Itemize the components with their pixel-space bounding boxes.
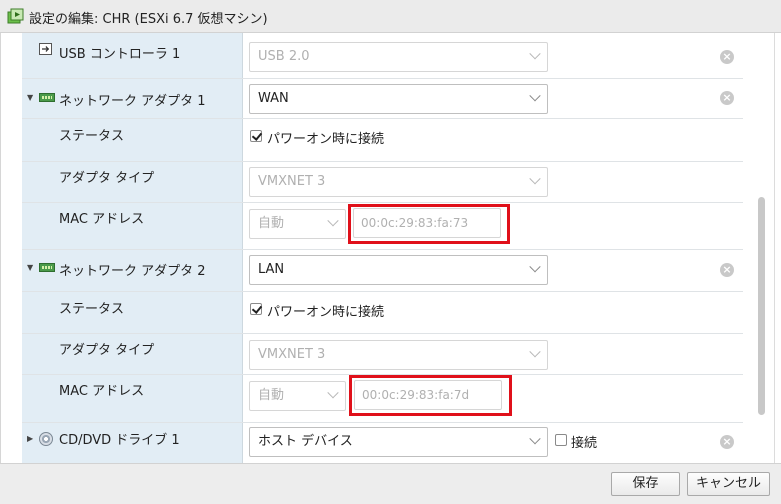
cdrom-connect-label: 接続 <box>571 436 598 451</box>
nic1-mac-highlight <box>348 204 510 244</box>
chevron-down-icon <box>529 90 541 102</box>
nic2-type-label: アダプタ タイプ <box>59 343 155 358</box>
nic2-adapter-type-select[interactable]: VMXNET 3 <box>249 340 548 370</box>
chevron-down-icon <box>529 261 541 273</box>
scrollbar-thumb[interactable] <box>758 197 765 415</box>
nic1-mac-mode-value: 自動 <box>258 216 285 231</box>
chevron-down-icon <box>327 215 339 227</box>
cdrom-label: CD/DVD ドライブ 1 <box>59 433 180 448</box>
chevron-down-icon <box>327 387 339 399</box>
nic2-mac-highlight <box>349 375 512 416</box>
nic2-type-row: アダプタ タイプ VMXNET 3 <box>22 334 743 375</box>
chevron-down-icon <box>529 48 541 60</box>
network-adapter-icon <box>39 93 55 102</box>
nic1-mac-label: MAC アドレス <box>59 212 145 227</box>
remove-nic1-button[interactable]: × <box>720 91 734 105</box>
nic2-row: ▼ ネットワーク アダプタ 2 LAN <box>22 250 743 292</box>
cancel-button[interactable]: キャンセル <box>687 472 770 496</box>
nic1-network-select[interactable]: WAN <box>249 84 548 114</box>
nic2-status-row: ステータス パワーオン時に接続 <box>22 292 743 334</box>
dialog-title: 設定の編集: CHR (ESXi 6.7 仮想マシン) <box>29 12 268 27</box>
nic2-mac-mode-value: 自動 <box>258 388 285 403</box>
settings-content: USB コントローラ 1 USB 2.0 ▼ ネットワーク アダプタ 1 WAN… <box>0 33 781 463</box>
nic1-network-value: WAN <box>258 91 289 106</box>
save-button[interactable]: 保存 <box>611 472 680 496</box>
network-adapter-icon <box>39 263 55 272</box>
nic2-network-value: LAN <box>258 262 285 277</box>
dialog-titlebar: 設定の編集: CHR (ESXi 6.7 仮想マシン) <box>0 0 781 33</box>
nic2-connect-label: パワーオン時に接続 <box>267 305 385 320</box>
remove-cdrom-button[interactable]: × <box>720 435 734 449</box>
nic1-row: ▼ ネットワーク アダプタ 1 WAN <box>22 79 743 119</box>
vertical-scrollbar[interactable] <box>755 33 767 463</box>
cd-dvd-icon <box>39 432 53 446</box>
usb-controller-row: USB コントローラ 1 USB 2.0 <box>22 33 743 79</box>
nic1-adapter-type-value: VMXNET 3 <box>258 174 326 189</box>
nic1-adapter-type-select[interactable]: VMXNET 3 <box>249 167 548 197</box>
cdrom-row: ▶ CD/DVD ドライブ 1 ホスト デバイス 接続 <box>22 423 743 463</box>
remove-usb-button[interactable]: × <box>720 50 734 64</box>
nic2-mac-label: MAC アドレス <box>59 384 145 399</box>
nic2-mac-row: MAC アドレス 自動 00:0c:29:83:fa:7d <box>22 375 743 423</box>
usb-version-value: USB 2.0 <box>258 49 310 64</box>
dialog-edge <box>774 33 781 463</box>
expand-caret-icon[interactable]: ▼ <box>27 263 33 272</box>
expand-caret-icon[interactable]: ▶ <box>27 434 33 443</box>
nic2-adapter-type-value: VMXNET 3 <box>258 347 326 362</box>
usb-icon <box>39 43 52 55</box>
label-cell <box>22 119 243 161</box>
nic1-status-row: ステータス パワーオン時に接続 <box>22 119 743 162</box>
remove-nic2-button[interactable]: × <box>720 263 734 277</box>
cdrom-device-value: ホスト デバイス <box>258 434 353 449</box>
usb-controller-label: USB コントローラ 1 <box>59 47 181 62</box>
vm-icon <box>7 8 24 24</box>
nic1-connect-checkbox[interactable] <box>250 130 262 142</box>
nic1-type-row: アダプタ タイプ VMXNET 3 <box>22 162 743 203</box>
nic2-label: ネットワーク アダプタ 2 <box>59 264 206 279</box>
chevron-down-icon <box>529 173 541 185</box>
chevron-down-icon <box>529 433 541 445</box>
nic1-label: ネットワーク アダプタ 1 <box>59 94 206 109</box>
cdrom-device-select[interactable]: ホスト デバイス <box>249 427 548 457</box>
chevron-down-icon <box>529 346 541 358</box>
usb-version-select[interactable]: USB 2.0 <box>249 42 548 72</box>
nic2-mac-mode-select[interactable]: 自動 <box>249 381 346 411</box>
nic2-status-label: ステータス <box>59 302 125 317</box>
label-cell <box>22 292 243 333</box>
nic1-connect-label: パワーオン時に接続 <box>267 132 385 147</box>
nic1-mac-mode-select[interactable]: 自動 <box>249 209 346 239</box>
expand-caret-icon[interactable]: ▼ <box>27 93 33 102</box>
nic2-connect-checkbox[interactable] <box>250 303 262 315</box>
nic1-mac-row: MAC アドレス 自動 00:0c:29:83:fa:73 <box>22 203 743 250</box>
cdrom-connect-checkbox[interactable] <box>555 434 567 446</box>
dialog-footer: 保存 キャンセル <box>0 463 781 504</box>
nic1-status-label: ステータス <box>59 129 125 144</box>
nic1-type-label: アダプタ タイプ <box>59 171 155 186</box>
nic2-network-select[interactable]: LAN <box>249 255 548 285</box>
